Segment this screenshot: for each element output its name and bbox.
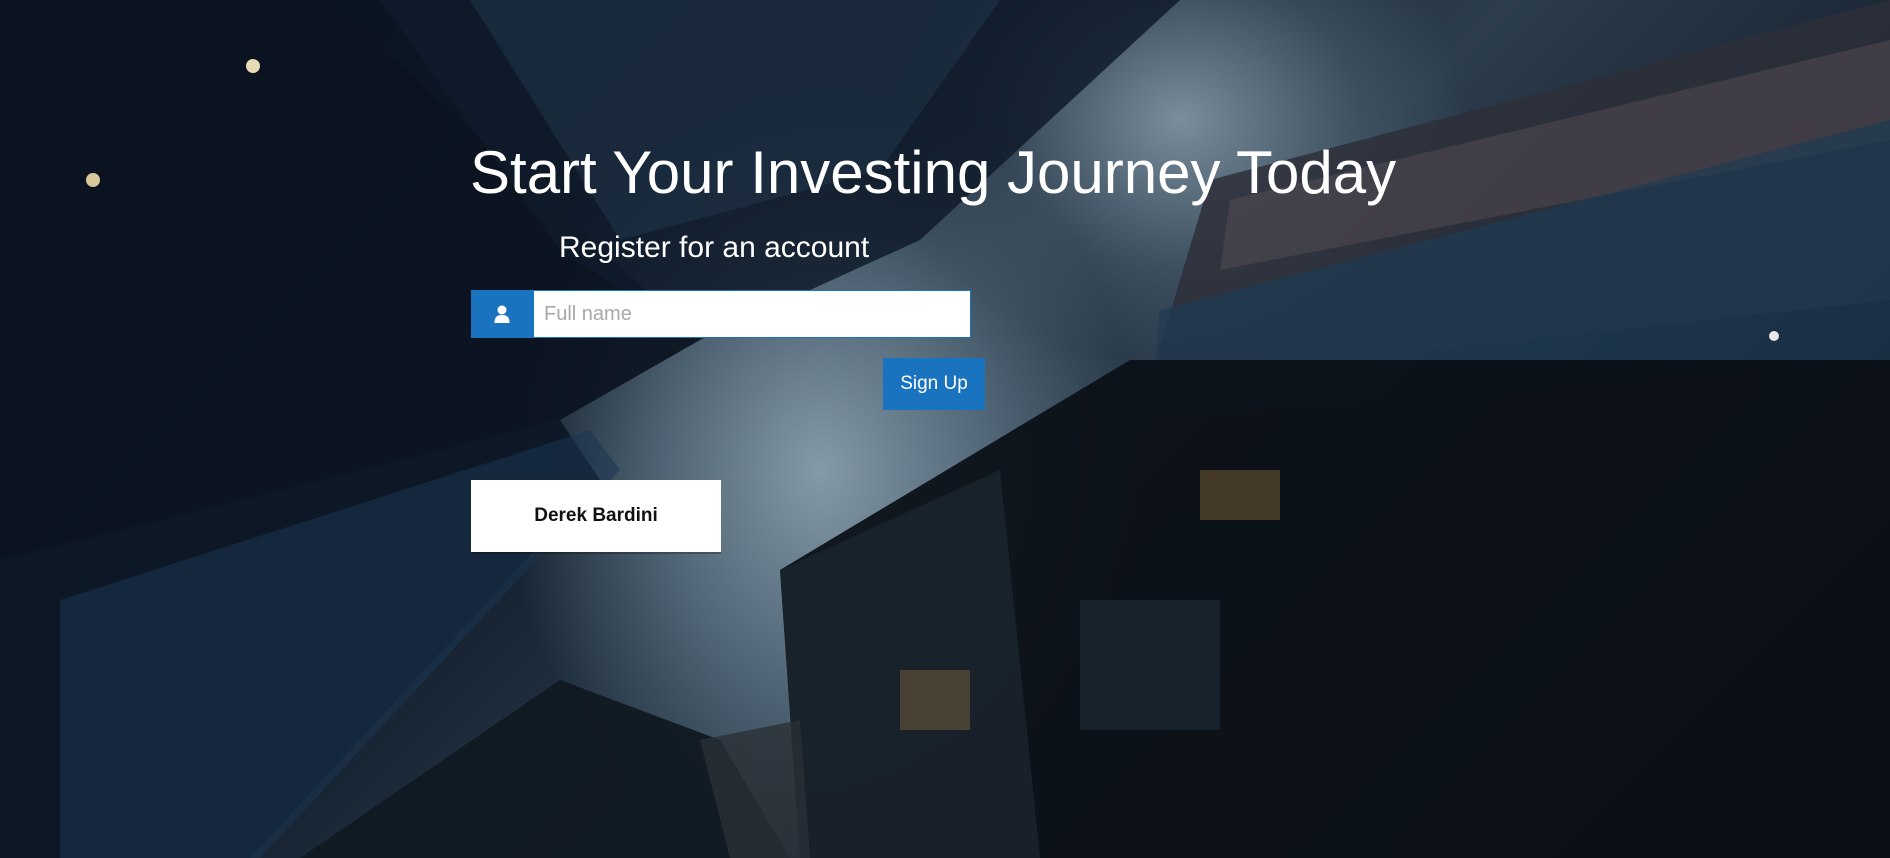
page-subtitle: Register for an account (559, 231, 870, 264)
page-title: Start Your Investing Journey Today (470, 139, 1397, 206)
city-skyline-background (0, 0, 1890, 858)
hero-section: Start Your Investing Journey Today Regis… (0, 0, 1890, 858)
sign-up-button[interactable]: Sign Up (883, 358, 985, 410)
user-name-label: Derek Bardini (534, 505, 658, 526)
user-name-card[interactable]: Derek Bardini (471, 480, 721, 552)
user-icon (471, 290, 533, 338)
full-name-input[interactable] (533, 290, 971, 338)
full-name-input-group (471, 290, 971, 338)
